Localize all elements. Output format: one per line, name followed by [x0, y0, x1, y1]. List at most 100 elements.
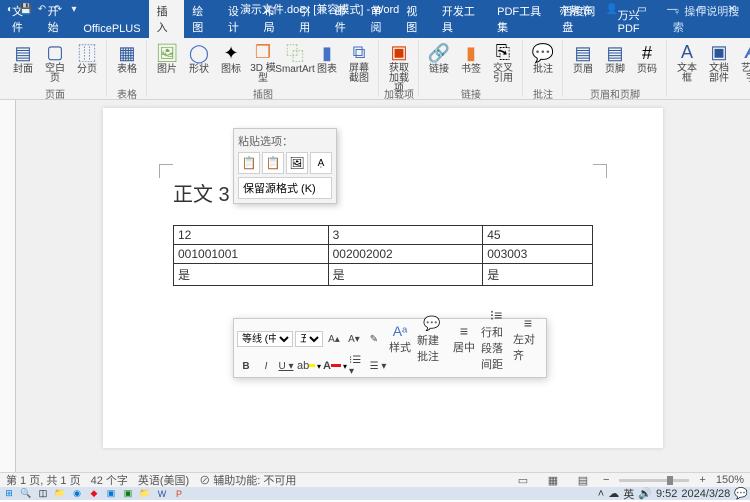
zoom-level[interactable]: 150% [716, 474, 744, 486]
autosave-icon[interactable]: ◐ [4, 3, 16, 15]
3d-button[interactable]: ❒3D 模型 [248, 40, 278, 86]
tray-onedrive-icon[interactable]: ☁ [608, 487, 619, 500]
undo-icon[interactable]: ↶ [36, 3, 48, 15]
tray-ime[interactable]: 英 [623, 486, 634, 502]
table-cell[interactable]: 是 [328, 264, 483, 286]
page-scroll[interactable]: 粘贴选项： 📋 📋 🖼 Ạ 保留源格式 (K) 正文 3 12345001001… [16, 100, 750, 472]
mini-shrink-font[interactable]: A▾ [345, 331, 363, 347]
mini-center[interactable]: ≡居中 [449, 322, 479, 356]
mini-bullets[interactable]: ⁝☰ ▾ [349, 358, 367, 374]
shapes-button[interactable]: ◯形状 [184, 40, 214, 86]
tab-view[interactable]: 视图 [398, 0, 434, 38]
smartart-button[interactable]: ⿻SmartArt [280, 40, 310, 86]
edge-icon[interactable]: ◉ [70, 488, 84, 499]
status-page[interactable]: 第 1 页, 共 1 页 [6, 472, 81, 488]
tab-dev[interactable]: 开发工具 [434, 0, 489, 38]
paste-text-only[interactable]: Ạ [310, 152, 332, 174]
quickparts-button[interactable]: ▣文档部件 [704, 40, 734, 86]
qat-more-icon[interactable]: ▾ [68, 3, 80, 15]
tell-me[interactable]: ♀ 操作说明搜索 [665, 0, 750, 38]
textbox-button[interactable]: A文本框 [672, 40, 702, 86]
mini-new-comment[interactable]: 💬新建批注 [417, 322, 447, 356]
paste-keep-source[interactable]: 📋 [238, 152, 260, 174]
mini-line-spacing[interactable]: ⁝≡行和段落间距 [481, 322, 511, 356]
tray-notif-icon[interactable]: 💬 [734, 487, 748, 500]
explorer-icon[interactable]: 📁 [53, 488, 67, 499]
header-button[interactable]: ▤页眉 [568, 40, 598, 86]
table-cell[interactable]: 12 [174, 226, 329, 245]
status-words[interactable]: 42 个字 [91, 472, 128, 488]
mini-grow-font[interactable]: A▴ [325, 331, 343, 347]
picture-button[interactable]: 🖼图片 [152, 40, 182, 86]
link-button[interactable]: 🔗链接 [424, 40, 454, 86]
tab-pdf[interactable]: PDF工具集 [489, 0, 554, 38]
tray-chevron-icon[interactable]: ˄ [598, 488, 604, 500]
mini-numbering[interactable]: ☰ ▾ [369, 358, 387, 374]
cover-page-button[interactable]: ▤封面 [8, 40, 38, 86]
tab-wanxing[interactable]: 万兴PDF [610, 4, 665, 38]
blank-page-button[interactable]: ▢空白页 [40, 40, 70, 86]
document-page[interactable]: 粘贴选项： 📋 📋 🖼 Ạ 保留源格式 (K) 正文 3 12345001001… [103, 108, 663, 448]
tray-time[interactable]: 9:52 [656, 488, 677, 500]
page-break-button[interactable]: ⿲分页 [72, 40, 102, 86]
zoom-slider[interactable] [619, 479, 689, 482]
table-button[interactable]: ▦表格 [112, 40, 142, 86]
page-number-button[interactable]: #页码 [632, 40, 662, 86]
chart-button[interactable]: ▮图表 [312, 40, 342, 86]
tab-baidu[interactable]: 百度网盘 [554, 0, 609, 38]
tab-design[interactable]: 设计 [220, 0, 256, 38]
screenshot-button[interactable]: ⧉屏幕截图 [344, 40, 374, 86]
tab-layout[interactable]: 布局 [256, 0, 292, 38]
taskview-icon[interactable]: ◫ [36, 488, 50, 499]
view-web-icon[interactable]: ▤ [573, 474, 593, 487]
zoom-in[interactable]: + [699, 474, 705, 486]
footer-button[interactable]: ▤页脚 [600, 40, 630, 86]
tab-review[interactable]: 审阅 [363, 0, 399, 38]
bookmark-button[interactable]: ▮书签 [456, 40, 486, 86]
paste-picture[interactable]: 🖼 [286, 152, 308, 174]
mini-font-select[interactable]: 等线 (中文 [237, 331, 293, 347]
tray-date[interactable]: 2024/3/28 [681, 488, 730, 500]
table-cell[interactable]: 3 [328, 226, 483, 245]
start-icon[interactable]: ⊞ [2, 488, 16, 499]
tab-mail[interactable]: 邮件 [327, 0, 363, 38]
doc-table[interactable]: 12345001001001002002002003003是是是 [173, 225, 593, 286]
status-lang[interactable]: 英语(美国) [138, 472, 189, 488]
mini-highlight[interactable]: ab [297, 358, 315, 374]
ppt-icon[interactable]: P [172, 488, 186, 499]
app-icon[interactable]: ▣ [121, 488, 135, 499]
table-cell[interactable]: 是 [483, 264, 593, 286]
search-icon[interactable]: 🔍 [19, 488, 33, 499]
table-cell[interactable]: 45 [483, 226, 593, 245]
mini-align-left[interactable]: ≡左对齐 [513, 322, 543, 356]
mini-italic[interactable]: I [257, 358, 275, 374]
tab-officeplus[interactable]: OfficePLUS [75, 20, 148, 38]
view-print-icon[interactable]: ▦ [543, 474, 563, 487]
app-icon[interactable]: ◆ [87, 488, 101, 499]
vertical-ruler[interactable] [0, 100, 16, 472]
paste-merge[interactable]: 📋 [262, 152, 284, 174]
mini-format-painter[interactable]: ✎ [365, 331, 383, 347]
table-cell[interactable]: 003003 [483, 245, 593, 264]
paste-keep-format[interactable]: 保留源格式 (K) [238, 177, 332, 199]
mini-font-color[interactable]: A [323, 358, 341, 374]
tab-insert[interactable]: 插入 [149, 0, 185, 38]
zoom-out[interactable]: − [603, 474, 609, 486]
save-icon[interactable]: 💾 [20, 3, 32, 15]
table-cell[interactable]: 001001001 [174, 245, 329, 264]
xref-button[interactable]: ⎘交叉引用 [488, 40, 518, 86]
tray-volume-icon[interactable]: 🔊 [638, 487, 652, 500]
mini-size-select[interactable]: 五号 [295, 331, 323, 347]
comment-button[interactable]: 💬批注 [528, 40, 558, 86]
wordart-button[interactable]: A艺术字 [736, 40, 750, 86]
mini-bold[interactable]: B [237, 358, 255, 374]
app-icon[interactable]: ▣ [104, 488, 118, 499]
get-addins-button[interactable]: ▣获取加载项 [384, 40, 414, 86]
mini-underline[interactable]: U ▾ [277, 358, 295, 374]
tab-draw[interactable]: 绘图 [184, 0, 220, 38]
table-cell[interactable]: 002002002 [328, 245, 483, 264]
table-cell[interactable]: 是 [174, 264, 329, 286]
app-icon[interactable]: 📁 [138, 488, 152, 499]
view-read-icon[interactable]: ▭ [513, 474, 533, 487]
tab-references[interactable]: 引用 [291, 0, 327, 38]
